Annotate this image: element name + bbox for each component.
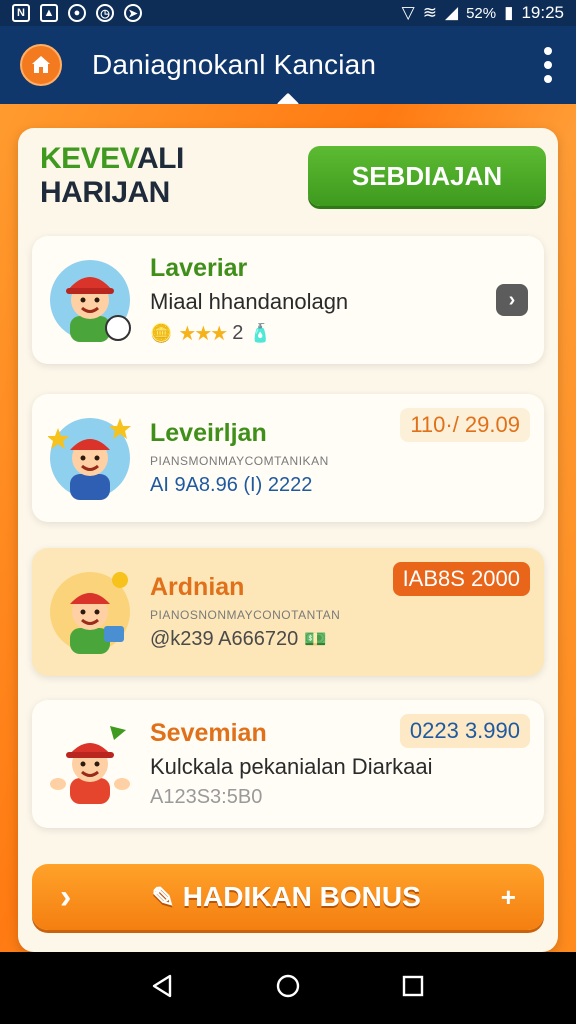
pencil-icon: ✎	[151, 881, 175, 913]
card-name: Laveriar	[150, 254, 248, 282]
character-avatar-icon	[47, 418, 131, 500]
bottle-icon: 🧴	[249, 323, 272, 343]
home-circle-icon	[276, 974, 300, 997]
notification-n-icon: N	[12, 4, 30, 22]
panel-title: KEVEVALI HARIJAN	[40, 142, 308, 210]
stars-icon: ★★★	[178, 323, 228, 345]
card-subtitle: PIANOSNONMAYCONOTANTAN	[150, 608, 341, 622]
card-meta: @k239 A666720 💵	[150, 628, 528, 651]
home-button[interactable]	[20, 44, 62, 86]
recents-button[interactable]	[400, 973, 426, 1004]
card-subtitle: PIANSMONMAYCOMTANIKAN	[150, 454, 329, 468]
card-description: Kulckala pekanialan Diarkaai	[150, 754, 433, 779]
wifi-icon: ≋	[422, 3, 437, 22]
character-avatar-icon	[50, 260, 131, 342]
chevron-right-icon: ›	[60, 877, 72, 916]
list-item[interactable]: Ardnian PIANOSNONMAYCONOTANTAN @k239 A66…	[32, 548, 544, 676]
avatar	[48, 258, 132, 342]
back-button[interactable]	[150, 973, 176, 1004]
location-icon: ▽	[401, 3, 415, 22]
home-icon	[32, 56, 50, 73]
panel-header: KEVEVALI HARIJAN SEBDIAJAN	[40, 142, 546, 209]
plus-icon: +	[500, 881, 516, 912]
rating-value: 2	[232, 322, 244, 344]
list-item[interactable]: Leveirljan PIANSMONMAYCOMTANIKAN AI 9A8.…	[32, 394, 544, 522]
battery-percent: 52%	[466, 4, 497, 22]
more-menu-button[interactable]	[538, 41, 558, 89]
card-value: 0223 3.990	[399, 714, 530, 748]
panel-title-accent: KEVEV	[40, 142, 137, 175]
clock-icon: ◷	[96, 4, 114, 22]
character-avatar-icon	[50, 572, 130, 654]
chart-icon: ▲	[40, 4, 58, 22]
more-vert-icon	[544, 47, 552, 55]
avatar	[48, 570, 132, 654]
alarm-icon: ●	[68, 4, 86, 22]
app-title: Daniagnokanl Kancian	[92, 49, 377, 80]
battery-icon: ▮	[504, 3, 514, 22]
card-description: Miaal hhandanolagn	[150, 289, 349, 314]
card-meta: AI 9A8.96 (I) 2222	[150, 474, 313, 496]
signal-icon: ◢	[444, 3, 459, 22]
status-bar-notifications: N ▲ ● ◷ ➤	[12, 4, 142, 22]
avatar	[47, 416, 132, 500]
home-nav-button[interactable]	[275, 973, 301, 1004]
bonus-label: ✎ HADIKAN BONUS	[151, 881, 420, 914]
money-icon: 💵	[304, 629, 327, 649]
list-item[interactable]: Laveriar Miaal hhandanolagn 🪙 ★★★ 2 🧴 ›	[32, 236, 544, 364]
main-panel: KEVEVALI HARIJAN SEBDIAJAN Laveriar Miaa…	[18, 128, 558, 952]
panel-action-button[interactable]: SEBDIAJAN	[308, 146, 546, 206]
list-item[interactable]: Sevemian Kulckala pekanialan Diarkaai A1…	[32, 700, 544, 828]
chevron-right-icon: ›	[508, 288, 516, 311]
card-value: 110·/ 29.09	[400, 408, 530, 442]
card-meta: A123S3:5B0	[150, 786, 263, 808]
back-triangle-icon	[152, 974, 171, 997]
character-avatar-icon	[50, 726, 130, 804]
card-open-button[interactable]: ›	[496, 284, 528, 316]
card-rating: 🪙 ★★★ 2 🧴	[150, 321, 496, 346]
card-meta-text: @k239 A666720	[150, 628, 299, 650]
bonus-label-text: HADIKAN BONUS	[182, 881, 421, 912]
status-time: 19:25	[521, 3, 564, 22]
status-bar: N ▲ ● ◷ ➤ ▽ ≋ ◢ 52% ▮ 19:25	[0, 0, 576, 26]
avatar	[48, 722, 132, 806]
bonus-button[interactable]: › ✎ HADIKAN BONUS +	[32, 864, 544, 930]
recents-square-icon	[403, 975, 424, 996]
coin-icon: 🪙	[150, 323, 173, 343]
system-nav-bar	[0, 952, 576, 1024]
navigation-icon: ➤	[124, 4, 142, 22]
card-value: IAB8S 2000	[392, 562, 530, 596]
